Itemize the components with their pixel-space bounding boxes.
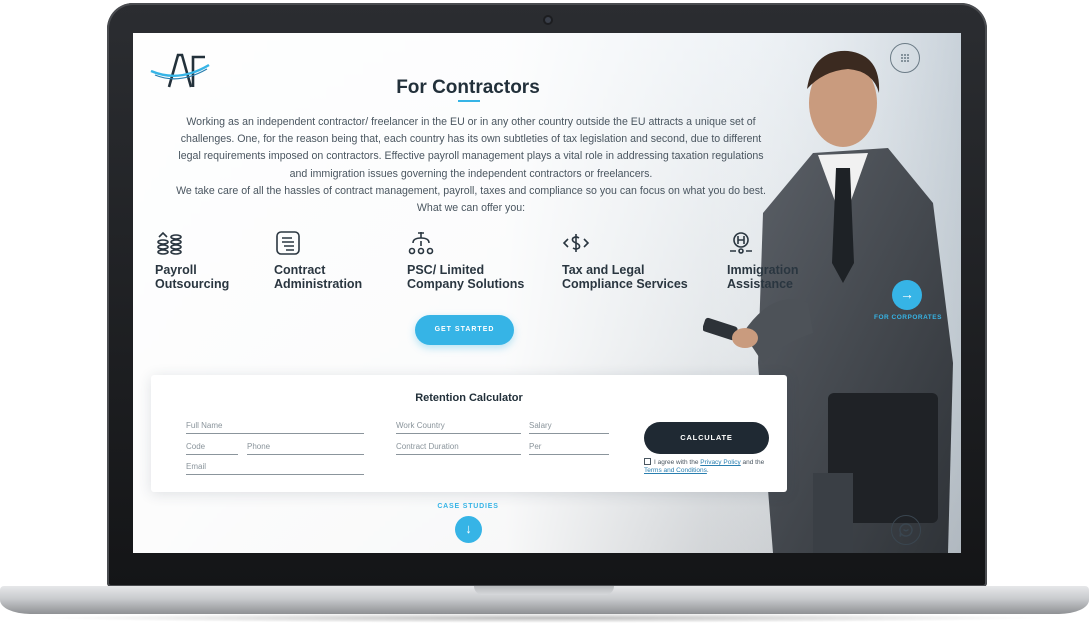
terms-agreement: I agree with the Privacy Policy and the … (644, 458, 779, 475)
document-icon (276, 231, 300, 255)
agree-text: . (706, 467, 709, 474)
title-underline (458, 100, 480, 102)
menu-grid-button[interactable] (890, 43, 920, 73)
arrow-right-icon: → (900, 286, 914, 302)
intro-line: and immigration issues governing the ind… (289, 167, 653, 180)
intro-line: We take care of all the hassles of contr… (176, 184, 766, 197)
case-studies-down-button[interactable]: ↓ (455, 516, 482, 543)
per-field[interactable]: Per (529, 441, 609, 455)
coins-stack-icon (157, 231, 182, 255)
calculator-title: Retention Calculator (415, 392, 523, 404)
retention-calculator: Retention Calculator Full Name Code Phon… (151, 375, 787, 492)
corporates-label[interactable]: FOR CORPORATES (873, 314, 943, 322)
terms-link[interactable]: Terms and Conditions (644, 467, 707, 474)
get-started-button[interactable]: GET STARTED (415, 315, 514, 345)
service-label: Contract Administration (274, 263, 363, 291)
passport-icon (730, 232, 752, 254)
service-label: PSC/ Limited Company Solutions (407, 263, 525, 291)
contract-duration-field[interactable]: Contract Duration (396, 441, 521, 455)
intro-line: Working as an independent contractor/ fr… (186, 116, 756, 128)
full-name-field[interactable]: Full Name (186, 420, 364, 434)
intro-line: What we can offer you: (416, 202, 526, 215)
laptop-mockup: For Contractors Working as an independen… (0, 0, 1089, 631)
laptop-notch (474, 586, 614, 595)
service-label: Tax and Legal Compliance Services (562, 263, 688, 291)
intro-line: challenges. One, for the reason being th… (180, 133, 762, 146)
service-payroll[interactable]: Payroll Outsourcing (155, 229, 229, 291)
service-immigration[interactable]: Immigration Assistance (727, 229, 799, 291)
service-label: Payroll Outsourcing (155, 263, 230, 291)
agree-text: I agree with the (654, 459, 701, 466)
agree-text: and the (740, 459, 765, 466)
corporates-arrow-button[interactable]: → (892, 280, 922, 310)
website-screen: For Contractors Working as an independen… (133, 33, 961, 553)
intro-line: legal requirements imposed on contractor… (178, 150, 764, 163)
work-country-field[interactable]: Work Country (396, 420, 521, 434)
service-contract-administration[interactable]: Contract Administration (274, 229, 362, 291)
company-network-icon (408, 232, 434, 255)
service-tax-legal[interactable]: Tax and Legal Compliance Services (562, 229, 688, 291)
chat-button[interactable] (891, 515, 921, 545)
email-field[interactable]: Email (186, 461, 364, 475)
code-field[interactable]: Code (186, 441, 238, 455)
dollar-code-icon (562, 234, 590, 252)
service-psc-limited[interactable]: PSC/ Limited Company Solutions (407, 229, 524, 291)
services-list: Payroll Outsourcing Contract Administrat… (143, 229, 803, 309)
calculate-button[interactable]: CALCULATE (644, 422, 769, 454)
privacy-policy-link[interactable]: Privacy Policy (700, 459, 740, 466)
laptop-shadow (40, 613, 1049, 623)
agree-checkbox[interactable] (644, 458, 651, 465)
chat-bubble-icon (899, 523, 913, 537)
arrow-down-icon: ↓ (465, 521, 472, 536)
phone-field[interactable]: Phone (247, 441, 364, 455)
webcam-icon (545, 17, 551, 23)
salary-field[interactable]: Salary (529, 420, 609, 434)
case-studies-label[interactable]: CASE STUDIES (423, 503, 513, 510)
service-label: Immigration Assistance (727, 263, 799, 291)
intro-text: Working as an independent contractor/ fr… (139, 114, 803, 217)
page-title: For Contractors (396, 77, 540, 98)
grid-icon (901, 54, 909, 62)
